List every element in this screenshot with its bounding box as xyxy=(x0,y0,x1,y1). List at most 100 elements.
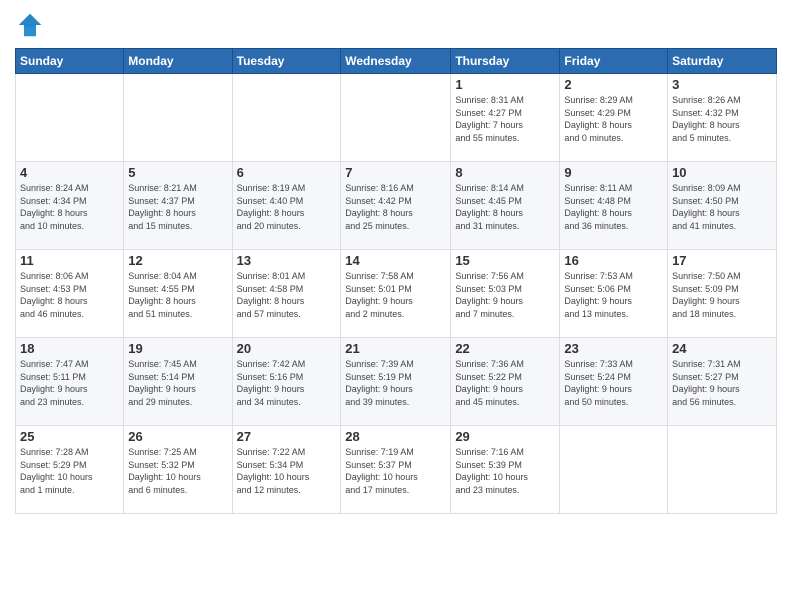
header xyxy=(15,10,777,40)
day-number: 14 xyxy=(345,253,446,268)
day-cell: 3 Sunrise: 8:26 AM Sunset: 4:32 PM Daylig… xyxy=(668,74,777,162)
day-number: 29 xyxy=(455,429,555,444)
day-info: Sunrise: 8:09 AM Sunset: 4:50 PM Dayligh… xyxy=(672,182,772,232)
day-cell: 20Sunrise: 7:42 AM Sunset: 5:16 PM Dayli… xyxy=(232,338,341,426)
day-info: Sunrise: 7:36 AM Sunset: 5:22 PM Dayligh… xyxy=(455,358,555,408)
main-container: SundayMondayTuesdayWednesdayThursdayFrid… xyxy=(0,0,792,612)
day-info: Sunrise: 8:24 AM Sunset: 4:34 PM Dayligh… xyxy=(20,182,119,232)
day-info: Sunrise: 7:53 AM Sunset: 5:06 PM Dayligh… xyxy=(564,270,663,320)
day-info: Sunrise: 8:19 AM Sunset: 4:40 PM Dayligh… xyxy=(237,182,337,232)
day-cell: 12Sunrise: 8:04 AM Sunset: 4:55 PM Dayli… xyxy=(124,250,232,338)
day-cell: 8 Sunrise: 8:14 AM Sunset: 4:45 PM Daylig… xyxy=(451,162,560,250)
day-info: Sunrise: 8:11 AM Sunset: 4:48 PM Dayligh… xyxy=(564,182,663,232)
day-info: Sunrise: 7:28 AM Sunset: 5:29 PM Dayligh… xyxy=(20,446,119,496)
week-row-4: 25 Sunrise: 7:28 AM Sunset: 5:29 PM Dayli… xyxy=(16,426,777,514)
day-cell: 14 Sunrise: 7:58 AM Sunset: 5:01 PM Dayli… xyxy=(341,250,451,338)
day-info: Sunrise: 8:16 AM Sunset: 4:42 PM Dayligh… xyxy=(345,182,446,232)
day-cell: 22 Sunrise: 7:36 AM Sunset: 5:22 PM Dayli… xyxy=(451,338,560,426)
day-info: Sunrise: 8:21 AM Sunset: 4:37 PM Dayligh… xyxy=(128,182,227,232)
weekday-header-saturday: Saturday xyxy=(668,49,777,74)
day-number: 25 xyxy=(20,429,119,444)
day-number: 27 xyxy=(237,429,337,444)
day-number: 23 xyxy=(564,341,663,356)
day-info: Sunrise: 8:04 AM Sunset: 4:55 PM Dayligh… xyxy=(128,270,227,320)
day-info: Sunrise: 7:19 AM Sunset: 5:37 PM Dayligh… xyxy=(345,446,446,496)
day-cell: 26 Sunrise: 7:25 AM Sunset: 5:32 PM Dayli… xyxy=(124,426,232,514)
week-row-3: 18 Sunrise: 7:47 AM Sunset: 5:11 PM Dayli… xyxy=(16,338,777,426)
day-number: 3 xyxy=(672,77,772,92)
day-number: 1 xyxy=(455,77,555,92)
day-number: 16 xyxy=(564,253,663,268)
day-number: 18 xyxy=(20,341,119,356)
day-number: 6 xyxy=(237,165,337,180)
day-cell xyxy=(668,426,777,514)
calendar-table: SundayMondayTuesdayWednesdayThursdayFrid… xyxy=(15,48,777,514)
day-number: 24 xyxy=(672,341,772,356)
day-info: Sunrise: 8:26 AM Sunset: 4:32 PM Dayligh… xyxy=(672,94,772,144)
logo-icon xyxy=(15,10,45,40)
weekday-header-tuesday: Tuesday xyxy=(232,49,341,74)
day-cell xyxy=(560,426,668,514)
logo xyxy=(15,10,49,40)
day-cell: 6 Sunrise: 8:19 AM Sunset: 4:40 PM Daylig… xyxy=(232,162,341,250)
day-info: Sunrise: 7:31 AM Sunset: 5:27 PM Dayligh… xyxy=(672,358,772,408)
day-info: Sunrise: 7:58 AM Sunset: 5:01 PM Dayligh… xyxy=(345,270,446,320)
day-info: Sunrise: 7:50 AM Sunset: 5:09 PM Dayligh… xyxy=(672,270,772,320)
weekday-header-thursday: Thursday xyxy=(451,49,560,74)
day-cell: 17 Sunrise: 7:50 AM Sunset: 5:09 PM Dayli… xyxy=(668,250,777,338)
day-number: 22 xyxy=(455,341,555,356)
day-number: 7 xyxy=(345,165,446,180)
day-number: 13 xyxy=(237,253,337,268)
day-cell: 1 Sunrise: 8:31 AM Sunset: 4:27 PM Daylig… xyxy=(451,74,560,162)
week-row-1: 4 Sunrise: 8:24 AM Sunset: 4:34 PM Daylig… xyxy=(16,162,777,250)
day-cell: 10 Sunrise: 8:09 AM Sunset: 4:50 PM Dayli… xyxy=(668,162,777,250)
day-cell: 29Sunrise: 7:16 AM Sunset: 5:39 PM Dayli… xyxy=(451,426,560,514)
day-cell: 15 Sunrise: 7:56 AM Sunset: 5:03 PM Dayli… xyxy=(451,250,560,338)
day-number: 19 xyxy=(128,341,227,356)
day-number: 10 xyxy=(672,165,772,180)
day-number: 15 xyxy=(455,253,555,268)
day-info: Sunrise: 7:33 AM Sunset: 5:24 PM Dayligh… xyxy=(564,358,663,408)
day-number: 17 xyxy=(672,253,772,268)
day-number: 21 xyxy=(345,341,446,356)
day-cell: 13 Sunrise: 8:01 AM Sunset: 4:58 PM Dayli… xyxy=(232,250,341,338)
day-info: Sunrise: 7:22 AM Sunset: 5:34 PM Dayligh… xyxy=(237,446,337,496)
day-info: Sunrise: 7:56 AM Sunset: 5:03 PM Dayligh… xyxy=(455,270,555,320)
day-cell xyxy=(16,74,124,162)
day-number: 5 xyxy=(128,165,227,180)
day-cell xyxy=(341,74,451,162)
weekday-header-monday: Monday xyxy=(124,49,232,74)
day-number: 8 xyxy=(455,165,555,180)
weekday-header-wednesday: Wednesday xyxy=(341,49,451,74)
day-cell: 21 Sunrise: 7:39 AM Sunset: 5:19 PM Dayli… xyxy=(341,338,451,426)
day-info: Sunrise: 7:45 AM Sunset: 5:14 PM Dayligh… xyxy=(128,358,227,408)
day-info: Sunrise: 8:06 AM Sunset: 4:53 PM Dayligh… xyxy=(20,270,119,320)
day-cell: 23 Sunrise: 7:33 AM Sunset: 5:24 PM Dayli… xyxy=(560,338,668,426)
day-cell: 11Sunrise: 8:06 AM Sunset: 4:53 PM Dayli… xyxy=(16,250,124,338)
day-cell xyxy=(124,74,232,162)
day-cell: 7 Sunrise: 8:16 AM Sunset: 4:42 PM Daylig… xyxy=(341,162,451,250)
day-cell: 16 Sunrise: 7:53 AM Sunset: 5:06 PM Dayli… xyxy=(560,250,668,338)
day-info: Sunrise: 7:39 AM Sunset: 5:19 PM Dayligh… xyxy=(345,358,446,408)
day-info: Sunrise: 8:29 AM Sunset: 4:29 PM Dayligh… xyxy=(564,94,663,144)
day-number: 4 xyxy=(20,165,119,180)
day-number: 26 xyxy=(128,429,227,444)
day-info: Sunrise: 8:31 AM Sunset: 4:27 PM Dayligh… xyxy=(455,94,555,144)
day-info: Sunrise: 7:25 AM Sunset: 5:32 PM Dayligh… xyxy=(128,446,227,496)
day-info: Sunrise: 7:47 AM Sunset: 5:11 PM Dayligh… xyxy=(20,358,119,408)
day-cell: 28Sunrise: 7:19 AM Sunset: 5:37 PM Dayli… xyxy=(341,426,451,514)
day-cell xyxy=(232,74,341,162)
day-cell: 2 Sunrise: 8:29 AM Sunset: 4:29 PM Daylig… xyxy=(560,74,668,162)
weekday-header-row: SundayMondayTuesdayWednesdayThursdayFrid… xyxy=(16,49,777,74)
day-cell: 4 Sunrise: 8:24 AM Sunset: 4:34 PM Daylig… xyxy=(16,162,124,250)
day-info: Sunrise: 8:14 AM Sunset: 4:45 PM Dayligh… xyxy=(455,182,555,232)
weekday-header-sunday: Sunday xyxy=(16,49,124,74)
day-cell: 9Sunrise: 8:11 AM Sunset: 4:48 PM Daylig… xyxy=(560,162,668,250)
weekday-header-friday: Friday xyxy=(560,49,668,74)
day-cell: 27 Sunrise: 7:22 AM Sunset: 5:34 PM Dayli… xyxy=(232,426,341,514)
week-row-0: 1 Sunrise: 8:31 AM Sunset: 4:27 PM Daylig… xyxy=(16,74,777,162)
day-info: Sunrise: 8:01 AM Sunset: 4:58 PM Dayligh… xyxy=(237,270,337,320)
week-row-2: 11Sunrise: 8:06 AM Sunset: 4:53 PM Dayli… xyxy=(16,250,777,338)
day-cell: 24 Sunrise: 7:31 AM Sunset: 5:27 PM Dayli… xyxy=(668,338,777,426)
day-number: 2 xyxy=(564,77,663,92)
